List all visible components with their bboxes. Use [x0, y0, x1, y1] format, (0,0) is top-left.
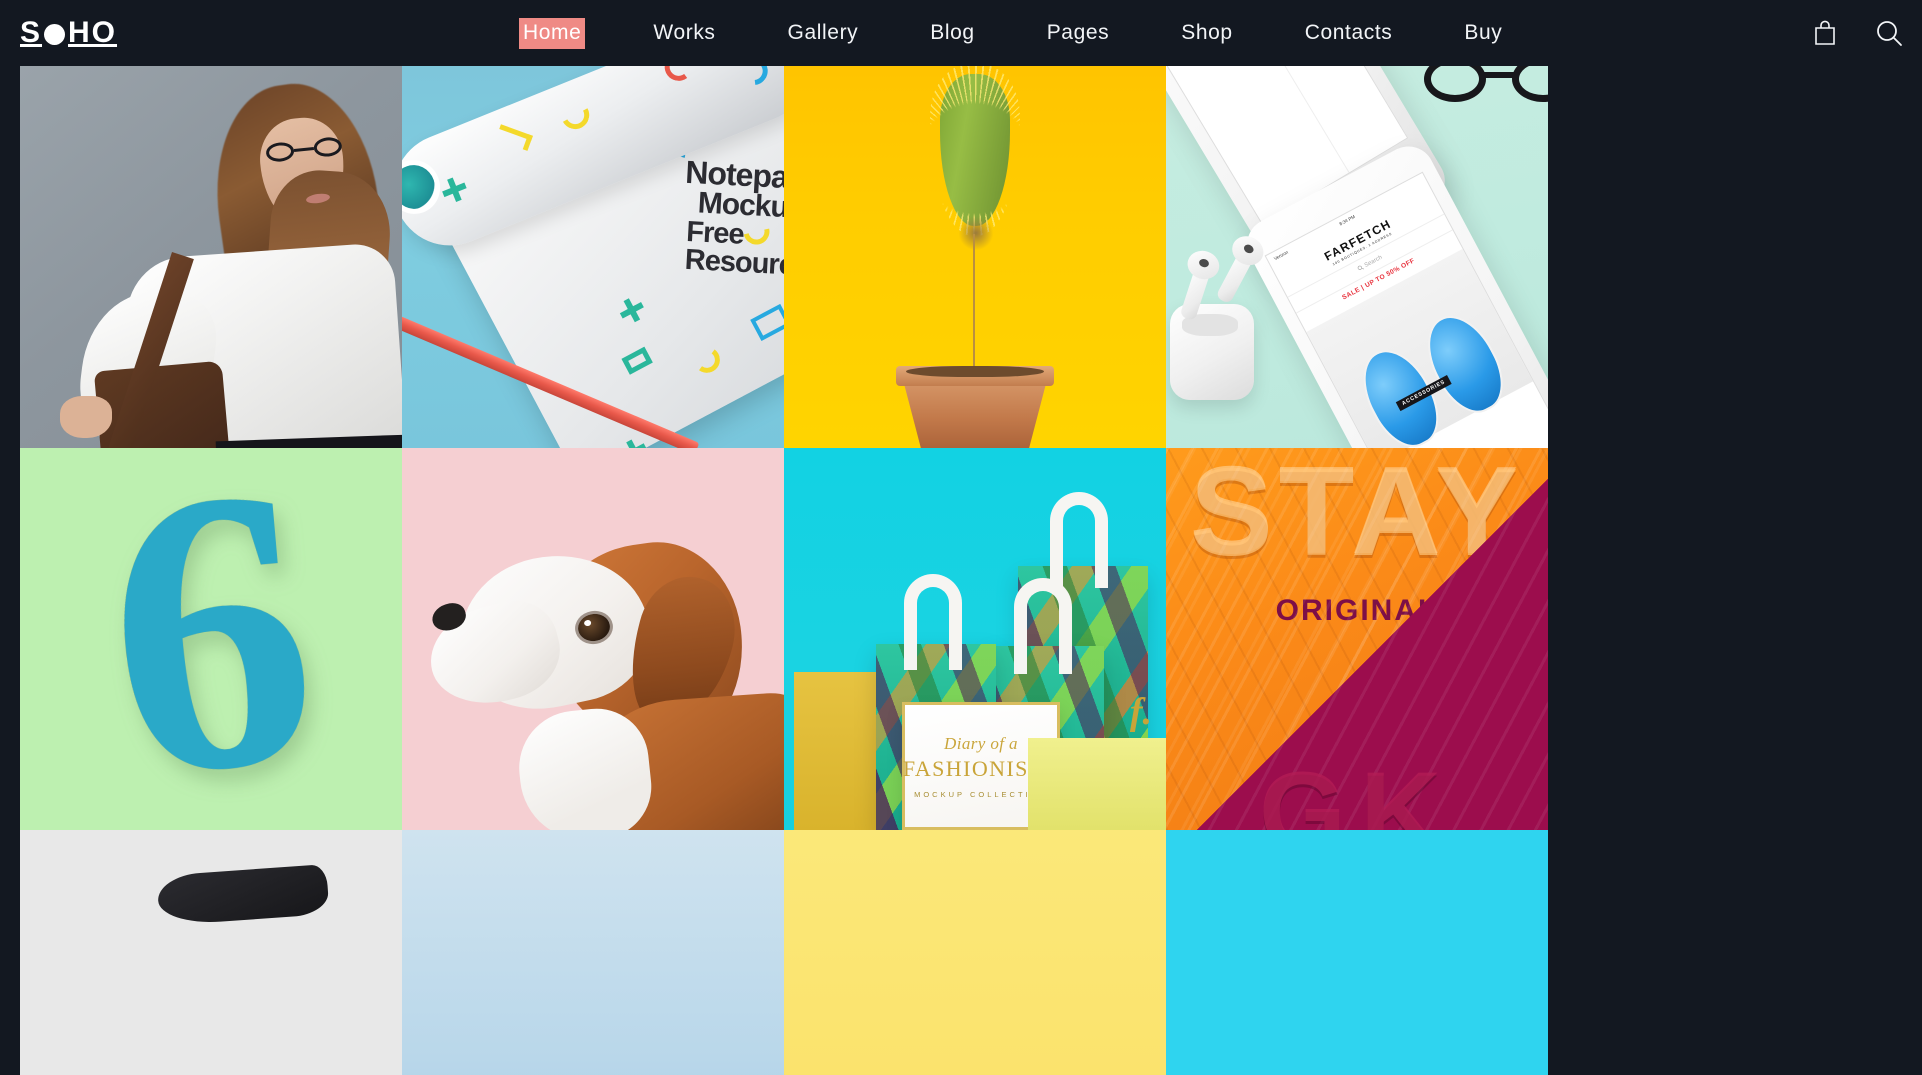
magenta-band: GK	[1166, 448, 1548, 830]
cart-icon[interactable]	[1810, 17, 1840, 49]
nav-item-gallery[interactable]: Gallery	[784, 17, 863, 49]
terracotta-pot	[902, 376, 1048, 448]
main-navigation: Home Works Gallery Blog Pages Shop Conta…	[519, 0, 1538, 66]
confetti-square-green	[621, 346, 653, 375]
nav-item-pages[interactable]: Pages	[1043, 17, 1114, 49]
portrait-photo	[20, 66, 402, 448]
portfolio-tile-cactus[interactable]	[784, 66, 1166, 448]
artwork-line-4: Resource	[684, 244, 784, 283]
portfolio-tile-product-shot[interactable]	[20, 830, 402, 1075]
nav-item-shop[interactable]: Shop	[1177, 17, 1236, 49]
cactus-photo	[784, 66, 1166, 448]
card-line-1: Diary of a	[944, 733, 1018, 753]
logo-text-suffix: HO	[68, 16, 118, 49]
dog-photo	[402, 448, 784, 830]
confetti-arc-yellow-2	[692, 345, 722, 375]
six-wrap: 6	[20, 448, 402, 830]
logo-text-prefix: S	[20, 16, 43, 49]
portfolio-tile-agave[interactable]	[402, 830, 784, 1075]
agave-photo	[402, 830, 784, 1075]
circle-dot-icon	[44, 23, 66, 45]
bag-handle-middle	[1014, 578, 1072, 674]
airpods-case	[1170, 304, 1254, 400]
product-shot-photo	[20, 830, 402, 1075]
artwork-line-2: Mockup	[697, 186, 784, 226]
phone-bottom-screen: Verizon 8:34 PM FARFETCH 100 BOUTIQUES. …	[1264, 171, 1548, 448]
bag-handle-front	[904, 574, 962, 670]
artwork-line-3: Free	[685, 215, 745, 251]
black-shoe	[156, 864, 330, 926]
confetti-arc-blue-roll	[734, 66, 774, 91]
bag-handle-back	[1050, 492, 1108, 588]
notepad-artwork-text: Notepad Mockup Free Resource	[680, 153, 784, 287]
pale-yellow-photo	[784, 830, 1166, 1075]
portfolio-tile-notepad[interactable]: Notepad Mockup Free Resource	[402, 66, 784, 448]
pot-soil	[906, 366, 1044, 377]
confetti-triangle-blue	[750, 303, 784, 342]
stay-footer-mark: GK	[1259, 749, 1455, 830]
birch-trunks-photo	[1166, 830, 1548, 1075]
portfolio-tile-bags[interactable]: f. Diary of a FASHIONISTA MOCKUP COLLECT…	[784, 448, 1166, 830]
number-six-glyph: 6	[92, 448, 330, 830]
hand-shape	[60, 396, 112, 438]
nav-item-home[interactable]: Home	[519, 17, 586, 49]
artwork-line-1: Notepad	[684, 153, 784, 197]
bags-photo: f. Diary of a FASHIONISTA MOCKUP COLLECT…	[784, 448, 1166, 830]
cactus-body	[940, 74, 1010, 226]
header-actions	[1810, 0, 1904, 66]
eyeglasses-prop	[1424, 66, 1548, 120]
confetti-arc-red-roll	[662, 66, 695, 83]
pale-box	[1028, 738, 1166, 830]
portfolio-grid: Notepad Mockup Free Resource Verizon 8:3…	[20, 66, 1922, 1075]
nav-item-buy[interactable]: Buy	[1460, 17, 1506, 49]
confetti-arc-yellow	[738, 213, 775, 250]
bag-monogram: f.	[1129, 691, 1152, 733]
portfolio-tile-dog[interactable]	[402, 448, 784, 830]
site-header: S HO Home Works Gallery Blog Pages Shop …	[0, 0, 1922, 66]
portfolio-tile-pale-yellow[interactable]	[784, 830, 1166, 1075]
portfolio-tile-number-six[interactable]: 6	[20, 448, 402, 830]
confetti-triangle-outline	[633, 207, 665, 237]
confetti-zigzag-yellow	[495, 124, 533, 151]
notepad-photo: Notepad Mockup Free Resource	[402, 66, 784, 448]
confetti-spacer	[621, 205, 663, 244]
portfolio-tile-app-mockup[interactable]: CLOTHING f HOME SHOP DESIGNERS BOUTIQUES…	[1166, 66, 1548, 448]
cactus-roots	[958, 216, 994, 250]
portfolio-tile-portrait[interactable]	[20, 66, 402, 448]
nav-item-contacts[interactable]: Contacts	[1301, 17, 1397, 49]
portfolio-tile-stay-original[interactable]: STAY ORIGINAL GK	[1166, 448, 1548, 830]
site-logo[interactable]: S HO	[20, 16, 117, 50]
stay-original-photo: STAY ORIGINAL GK	[1166, 448, 1548, 830]
number-six-photo: 6	[20, 448, 402, 830]
nav-item-blog[interactable]: Blog	[926, 17, 978, 49]
portfolio-tile-birch-trunks[interactable]	[1166, 830, 1548, 1075]
search-icon[interactable]	[1874, 17, 1904, 49]
nav-item-works[interactable]: Works	[649, 17, 719, 49]
airpod-right	[1215, 245, 1257, 305]
app-mockup-photo: CLOTHING f HOME SHOP DESIGNERS BOUTIQUES…	[1166, 66, 1548, 448]
confetti-arc-yellow-roll	[557, 97, 593, 133]
